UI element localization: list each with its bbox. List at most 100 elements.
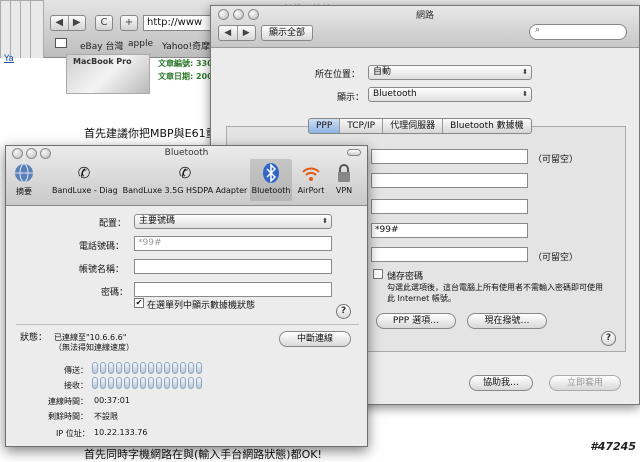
connect-time-label: 連線時間： — [48, 397, 88, 406]
tab-ppp[interactable]: PPP — [309, 119, 341, 133]
bookmark-yahoo[interactable]: Yahoo!奇摩 — [162, 39, 210, 52]
ppp-options-button[interactable]: PPP 選項… — [376, 313, 456, 329]
toolbar-toggle-button[interactable] — [347, 149, 361, 156]
image-watermark: #47245 — [590, 440, 636, 453]
ip-address-label: IP 位址： — [56, 429, 90, 438]
airport-icon — [300, 162, 322, 184]
forward-icon[interactable]: ▶ — [69, 16, 86, 30]
activity-bar — [156, 362, 162, 374]
status-line-2: （無法得知連線速度） — [54, 343, 134, 352]
activity-bar — [172, 362, 178, 374]
tab-bluetooth-modem[interactable]: Bluetooth 數據機 — [443, 119, 531, 133]
activity-bar — [148, 377, 154, 389]
activity-bar — [92, 377, 98, 389]
activity-bar — [140, 362, 146, 374]
activity-bar — [164, 362, 170, 374]
activity-bar — [196, 377, 202, 389]
config-value: 主要號碼 — [139, 216, 176, 226]
lock-icon — [333, 162, 355, 184]
show-status-checkbox[interactable]: ✔ — [134, 298, 144, 308]
activity-bar — [116, 362, 122, 374]
tab-tcpip[interactable]: TCP/IP — [340, 119, 384, 133]
forward-arrow-icon[interactable]: ▶ — [236, 26, 256, 40]
password-field[interactable] — [371, 199, 528, 214]
browser-back-forward[interactable]: ◀ ▶ — [50, 15, 86, 31]
activity-bar — [124, 362, 130, 374]
save-password-checkbox[interactable] — [373, 269, 383, 279]
remaining-time-value: 不設限 — [94, 412, 118, 421]
config-popup[interactable]: 主要號碼 ⬍ — [134, 214, 332, 229]
search-field[interactable]: ⌕ — [529, 24, 627, 40]
activity-bar — [196, 362, 202, 374]
tool-summary[interactable]: 摘要 — [9, 162, 39, 197]
password-input[interactable] — [134, 282, 332, 297]
reload-icon[interactable]: C — [95, 15, 113, 31]
alt-phone-field[interactable] — [371, 247, 528, 262]
network-back-forward[interactable]: ◀ ▶ — [218, 25, 256, 41]
activity-bar — [108, 377, 114, 389]
assist-me-button[interactable]: 協助我… — [469, 375, 533, 391]
tool-bluetooth[interactable]: Bluetooth — [250, 159, 292, 201]
tool-label: 摘要 — [16, 187, 32, 196]
activity-bar — [164, 377, 170, 389]
bookmark-apple[interactable]: apple — [128, 39, 153, 49]
popup-arrows-icon: ⬍ — [522, 90, 528, 98]
back-arrow-icon[interactable]: ◀ — [219, 26, 237, 40]
show-all-button[interactable]: 顯示全部 — [261, 25, 313, 41]
save-password-label: 儲存密碼 — [387, 272, 424, 282]
phone-icon: ✆ — [77, 164, 91, 182]
service-provider-field[interactable] — [371, 149, 528, 164]
bluetooth-window-title: Bluetooth — [164, 148, 209, 158]
search-icon: ⌕ — [535, 25, 541, 35]
tool-label: BandLuxe - Diag — [52, 186, 118, 195]
tool-bandluxe-diag[interactable]: ✆ BandLuxe - Diag — [52, 162, 118, 195]
activity-bar — [132, 377, 138, 389]
activity-bar — [116, 377, 122, 389]
tool-bandluxe-hsdpa[interactable]: ✆ BandLuxe 3.5G HSDPA Adapter — [121, 162, 249, 195]
dial-now-button[interactable]: 現在撥號… — [467, 313, 547, 329]
account-name-input[interactable] — [134, 259, 332, 274]
bookmarks-book-icon[interactable] — [55, 38, 67, 48]
back-icon[interactable]: ◀ — [51, 16, 69, 30]
receive-activity-meter — [92, 377, 202, 389]
settings-tabs: PPP TCP/IP 代理伺服器 Bluetooth 數據機 — [308, 118, 532, 134]
article-paragraph-bottom: 首先同時字機網路在與(輸入手台網路狀態)都OK! — [84, 448, 322, 461]
tool-label: Bluetooth — [251, 186, 291, 195]
status-label: 狀態： — [20, 333, 48, 343]
activity-bar — [180, 377, 186, 389]
phone-number-field[interactable]: *99# — [371, 223, 528, 238]
activity-bar — [148, 362, 154, 374]
activity-bar — [108, 362, 114, 374]
account-name-field[interactable] — [371, 173, 528, 188]
tool-vpn[interactable]: VPN — [332, 162, 356, 195]
network-window-title: 網路 — [415, 11, 434, 21]
address-bar[interactable]: http://www — [143, 15, 213, 31]
activity-bar — [132, 362, 138, 374]
apply-now-button[interactable]: 立即套用 — [549, 375, 621, 391]
ip-address-value: 10.22.133.76 — [94, 428, 148, 437]
activity-bar — [172, 377, 178, 389]
location-popup[interactable]: 自動 ⬍ — [368, 65, 532, 80]
help-button[interactable]: ? — [336, 304, 351, 319]
tab-proxies[interactable]: 代理伺服器 — [383, 119, 444, 133]
disconnect-button[interactable]: 中斷連線 — [279, 331, 351, 347]
location-value: 自動 — [373, 67, 392, 77]
phone-number-input[interactable]: *99# — [134, 236, 332, 251]
activity-bar — [140, 377, 146, 389]
article-paragraph-top: 首先建議你把MBP與E61重 — [84, 127, 217, 140]
show-popup[interactable]: Bluetooth ⬍ — [368, 87, 532, 102]
bookmark-ebay[interactable]: eBay 台灣 — [80, 39, 123, 52]
help-button[interactable]: ? — [601, 331, 616, 346]
tool-label: BandLuxe 3.5G HSDPA Adapter — [122, 186, 248, 195]
add-bookmark-icon[interactable]: + — [120, 15, 138, 31]
tool-airport[interactable]: AirPort — [296, 162, 326, 195]
password-label: 密碼： — [101, 288, 129, 298]
show-status-label: 在選單列中顯示數據機狀態 — [147, 301, 256, 311]
receive-label: 接收： — [64, 381, 88, 390]
side-link[interactable]: Ya — [4, 54, 14, 64]
optional-note: （可留空） — [533, 155, 579, 165]
save-password-description-2: 此 Internet 帳號。 — [387, 294, 456, 303]
globe-icon — [13, 162, 35, 184]
article-id: 文章編號: 330 — [158, 59, 213, 68]
tool-label: AirPort — [297, 186, 325, 195]
